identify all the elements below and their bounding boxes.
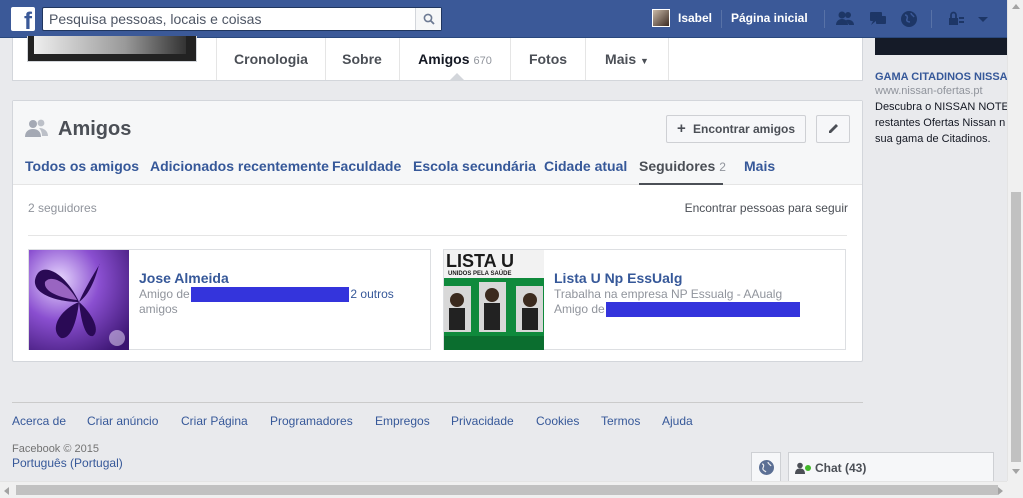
globe-icon (759, 460, 774, 475)
tab-adicionados-recentemente[interactable]: Adicionados recentemente (150, 158, 329, 174)
tab-cidade-atual[interactable]: Cidade atual (544, 158, 627, 174)
active-tab-underline (639, 183, 723, 185)
ad-body: Descubra o NISSAN NOTE restantes Ofertas… (875, 99, 1007, 147)
footer-link-create-page[interactable]: Criar Página (181, 414, 248, 428)
followers-count: 2 seguidores (28, 201, 97, 215)
ad-url[interactable]: www.nissan-ofertas.pt (875, 85, 983, 97)
friends-header: Amigos + Encontrar amigos Todos os amigo… (13, 101, 862, 185)
online-indicator (805, 465, 811, 471)
ad-body-line: sua gama de Citadinos. (875, 133, 991, 145)
ad-title[interactable]: GAMA CITADINOS NISSA (875, 71, 1008, 83)
edit-button[interactable] (816, 115, 850, 143)
scroll-right-arrow-icon[interactable] (998, 487, 1003, 495)
footer-link-about[interactable]: Acerca de (12, 414, 66, 428)
home-link[interactable]: Página inicial (731, 11, 808, 25)
separator (824, 10, 825, 28)
friends-panel: Amigos + Encontrar amigos Todos os amigo… (12, 100, 863, 362)
find-people-link[interactable]: Encontrar pessoas para seguir (685, 201, 848, 215)
friends-icon (25, 119, 48, 137)
privacy-lock-icon[interactable] (946, 9, 966, 29)
search-icon (423, 13, 435, 25)
profile-tab-bar: Cronologia Sobre Amigos 670 Fotos Mais ▼ (12, 36, 863, 81)
avatar[interactable] (652, 9, 670, 27)
tab-mais[interactable]: Mais (744, 158, 775, 174)
footer-link-help[interactable]: Ajuda (662, 414, 693, 428)
tab-sobre[interactable]: Sobre (325, 38, 400, 80)
friend-name[interactable]: Jose Almeida (139, 270, 229, 286)
tab-escola-secundaria[interactable]: Escola secundária (413, 158, 536, 174)
friend-mutual-line-2: amigos (139, 302, 178, 316)
find-friends-label: Encontrar amigos (693, 122, 796, 136)
chat-label: Chat (43) (815, 461, 867, 475)
footer-link-careers[interactable]: Empregos (375, 414, 430, 428)
footer-link-cookies[interactable]: Cookies (536, 414, 579, 428)
avatar[interactable] (29, 250, 129, 350)
redaction-bar (606, 302, 801, 317)
profile-picture-thumbnail[interactable] (27, 36, 197, 62)
scroll-up-arrow-icon[interactable] (1012, 4, 1020, 9)
scrollbar-corner (1007, 481, 1023, 498)
tab-cronologia[interactable]: Cronologia (216, 38, 326, 80)
tab-mais[interactable]: Mais ▼ (586, 38, 669, 80)
friend-name[interactable]: Lista U Np EssUalg (554, 270, 682, 286)
active-tab-indicator (450, 73, 464, 80)
friend-mutual-line: Amigo de (554, 302, 801, 317)
footer-link-create-ad[interactable]: Criar anúncio (87, 414, 158, 428)
user-icon (795, 462, 805, 474)
tab-fotos[interactable]: Fotos (511, 38, 586, 80)
tab-todos-os-amigos[interactable]: Todos os amigos (25, 158, 139, 174)
poster-subtitle: UNIDOS PELA SAÚDE (448, 270, 511, 277)
vertical-scrollbar[interactable] (1007, 0, 1023, 481)
follower-card: Jose Almeida Amigo de 2 outros amigos (28, 249, 431, 350)
chevron-down-icon: ▼ (640, 56, 649, 66)
tab-seguidores[interactable]: Seguidores 2 (639, 158, 726, 174)
messages-icon[interactable] (868, 9, 888, 29)
scrollbar-thumb[interactable] (1011, 192, 1021, 462)
mutual-count-link[interactable]: 2 outros (350, 287, 393, 301)
friend-mutual-line: Amigo de 2 outros (139, 287, 394, 302)
find-friends-button[interactable]: + Encontrar amigos (666, 115, 806, 143)
separator (721, 10, 722, 28)
chevron-down-icon[interactable] (973, 9, 993, 29)
scroll-left-arrow-icon[interactable] (4, 487, 9, 495)
butterfly-image (29, 250, 129, 350)
profile-link[interactable]: Isabel (678, 11, 712, 25)
footer-link-terms[interactable]: Termos (601, 414, 640, 428)
ad-body-line: Descubra o NISSAN NOTE (875, 101, 1007, 113)
footer-link-privacy[interactable]: Privacidade (451, 414, 514, 428)
copyright: Facebook © 2015 (12, 443, 99, 455)
plus-icon: + (677, 120, 686, 137)
pencil-icon (829, 124, 838, 133)
follower-card: LISTA U UNIDOS PELA SAÚDE Lista U Np Ess… (443, 249, 846, 350)
search-button[interactable] (415, 8, 441, 30)
poster-title: LISTA U (446, 251, 514, 271)
footer-link-developers[interactable]: Programadores (270, 414, 353, 428)
mutual-prefix: Amigo de (554, 302, 605, 316)
list-poster-image: LISTA U UNIDOS PELA SAÚDE (444, 250, 544, 350)
notifications-globe-icon[interactable] (899, 9, 919, 29)
ad-image[interactable] (875, 38, 1007, 55)
tab-faculdade[interactable]: Faculdade (332, 158, 401, 174)
friend-work-line: Trabalha na empresa NP Essualg - AAualg (554, 287, 783, 301)
horizontal-scrollbar[interactable] (0, 481, 1007, 498)
redaction-bar (191, 287, 350, 302)
avatar[interactable]: LISTA U UNIDOS PELA SAÚDE (444, 250, 544, 350)
mutual-prefix: Amigo de (139, 287, 190, 301)
scrollbar-thumb[interactable] (16, 485, 998, 495)
facebook-logo-icon[interactable]: f (11, 7, 35, 34)
footer-divider (12, 402, 863, 403)
chat-options-button[interactable] (751, 452, 781, 482)
scroll-down-arrow-icon[interactable] (1012, 469, 1020, 474)
top-bar: f Isabel Página inicial (0, 0, 1007, 38)
search-input[interactable] (43, 8, 415, 30)
separator (931, 10, 932, 28)
language-link[interactable]: Português (Portugal) (12, 456, 123, 470)
search-box (42, 7, 442, 31)
page-title: Amigos (58, 118, 132, 140)
divider (28, 235, 847, 236)
friend-requests-icon[interactable] (835, 9, 855, 29)
ad-body-line: restantes Ofertas Nissan n (875, 117, 1006, 129)
chat-tab[interactable]: Chat (43) (788, 452, 994, 482)
